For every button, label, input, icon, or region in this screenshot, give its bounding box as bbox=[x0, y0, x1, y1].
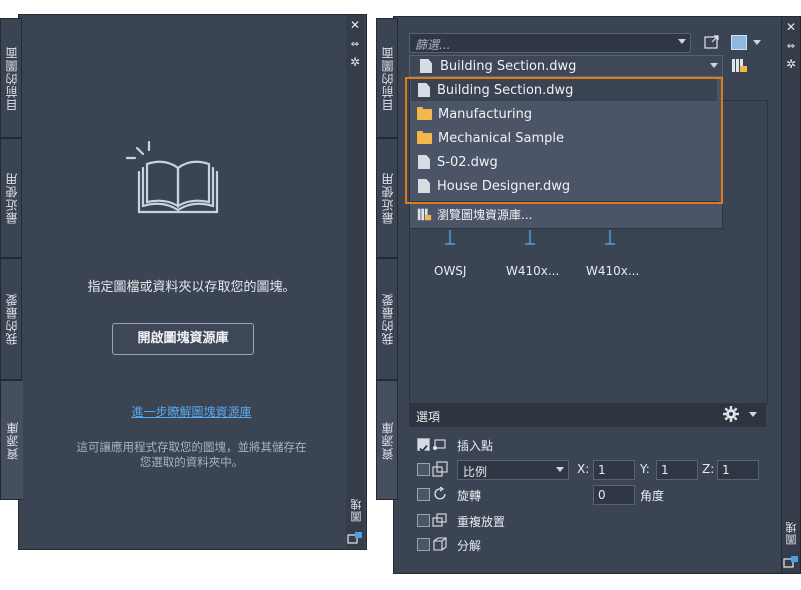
gear-icon[interactable] bbox=[722, 405, 740, 423]
library-browse-icon bbox=[416, 206, 432, 222]
tab-recent[interactable]: 最近使用 bbox=[376, 138, 398, 258]
file-icon bbox=[420, 59, 432, 73]
browse-library-item[interactable]: 瀏覽圖塊資源庫... bbox=[411, 203, 717, 225]
tab-libraries[interactable]: 資源庫 bbox=[376, 380, 398, 500]
browse-library-label: 瀏覽圖塊資源庫... bbox=[437, 207, 533, 222]
autohide-icon[interactable]: ⇔ bbox=[784, 40, 798, 54]
rotate-icon bbox=[432, 486, 448, 502]
scale-select-value: 比例 bbox=[463, 465, 488, 479]
chevron-down-icon[interactable] bbox=[556, 467, 564, 472]
x-label: X: bbox=[577, 462, 590, 476]
explode-label: 分解 bbox=[457, 539, 482, 553]
properties-icon[interactable]: ✲ bbox=[784, 57, 798, 71]
description-line2: 您選取的資料夾中。 bbox=[139, 455, 244, 469]
tab-recent-label: 最近使用 bbox=[380, 172, 395, 224]
library-browse-icon[interactable] bbox=[730, 56, 748, 74]
chevron-down-icon[interactable] bbox=[678, 39, 686, 44]
description-line1: 這可讓應用程式存取您的圖塊，並將其儲存在 bbox=[76, 440, 307, 454]
z-scale-value: 1 bbox=[722, 463, 730, 477]
library-select[interactable]: Building Section.dwg bbox=[409, 55, 723, 77]
close-icon[interactable]: ✕ bbox=[784, 20, 798, 34]
learn-more-link[interactable]: 進一步瞭解圖塊資源庫 bbox=[131, 405, 251, 419]
options-header bbox=[409, 403, 766, 427]
autohide-icon[interactable]: ⇔ bbox=[348, 38, 362, 52]
tab-favorites-label: 我的最愛 bbox=[380, 293, 395, 345]
library-select-value: Building Section.dwg bbox=[440, 59, 577, 74]
tab-recent[interactable]: 最近使用 bbox=[0, 138, 22, 258]
chevron-down-icon[interactable] bbox=[753, 40, 761, 45]
specify-folder-message: 指定圖檔或資料夾以存取您的圖塊。 bbox=[87, 280, 296, 295]
x-scale-value: 1 bbox=[598, 463, 606, 477]
angle-label: 角度 bbox=[640, 489, 665, 503]
insertion-point-label: 插入點 bbox=[457, 439, 494, 453]
block-thumbnail-icon[interactable] bbox=[603, 230, 617, 246]
rotation-angle-input[interactable]: 0 bbox=[593, 485, 635, 505]
close-icon[interactable]: ✕ bbox=[348, 18, 362, 32]
repeat-placement-checkbox[interactable] bbox=[417, 514, 430, 527]
open-library-button[interactable]: 開啟圖塊資源庫 bbox=[112, 323, 254, 355]
right-titlebar bbox=[781, 16, 801, 574]
tab-current-drawing[interactable]: 目前的圖面 bbox=[376, 18, 398, 138]
rotation-label: 旋轉 bbox=[457, 489, 482, 503]
z-label: Z: bbox=[702, 462, 715, 476]
properties-icon[interactable]: ✲ bbox=[348, 55, 362, 69]
explode-icon bbox=[432, 536, 448, 552]
repeat-placement-icon bbox=[432, 512, 448, 528]
y-scale-value: 1 bbox=[661, 463, 669, 477]
insertion-point-checkbox[interactable] bbox=[417, 438, 430, 453]
filter-placeholder: 篩選... bbox=[415, 38, 451, 52]
block-thumbnail-icon[interactable] bbox=[523, 230, 537, 246]
palette-block-icon bbox=[347, 530, 363, 544]
left-palette-title: 圖塊 bbox=[350, 498, 363, 522]
options-title: 選項 bbox=[416, 410, 441, 424]
tab-current-drawing-label: 目前的圖面 bbox=[380, 45, 395, 111]
tab-recent-label: 最近使用 bbox=[4, 172, 19, 224]
filter-input[interactable]: 篩選... bbox=[409, 33, 691, 53]
tab-favorites-label: 我的最愛 bbox=[4, 293, 19, 345]
tab-favorites[interactable]: 我的最愛 bbox=[376, 258, 398, 380]
rotation-angle-value: 0 bbox=[598, 488, 606, 502]
highlight-box bbox=[405, 77, 723, 204]
x-scale-input[interactable]: 1 bbox=[593, 460, 635, 480]
learn-more-link-wrap: 進一步瞭解圖塊資源庫 bbox=[18, 401, 365, 420]
y-label: Y: bbox=[640, 462, 650, 476]
block-name[interactable]: W410x... bbox=[506, 264, 559, 278]
rotation-checkbox[interactable] bbox=[417, 488, 430, 501]
repeat-placement-label: 重複放置 bbox=[457, 515, 506, 529]
right-palette-title: 圖塊 bbox=[785, 521, 798, 545]
insert-block-icon[interactable] bbox=[703, 33, 721, 51]
scale-select[interactable]: 比例 bbox=[457, 460, 569, 480]
z-scale-input[interactable]: 1 bbox=[717, 460, 759, 480]
block-thumbnail-icon[interactable] bbox=[443, 230, 457, 246]
y-scale-input[interactable]: 1 bbox=[656, 460, 698, 480]
explode-checkbox[interactable] bbox=[417, 538, 430, 551]
palette-block-icon bbox=[783, 554, 799, 568]
tab-libraries-label: 資源庫 bbox=[380, 420, 395, 460]
scale-icon bbox=[432, 461, 448, 477]
chevron-down-icon[interactable] bbox=[749, 412, 757, 417]
tab-current-drawing-label: 目前的圖面 bbox=[4, 45, 19, 111]
tab-current-drawing[interactable]: 目前的圖面 bbox=[0, 18, 22, 138]
block-name[interactable]: OWSJ bbox=[434, 264, 466, 278]
scale-checkbox[interactable] bbox=[417, 463, 430, 476]
block-name[interactable]: W410x... bbox=[586, 264, 639, 278]
open-book-icon bbox=[123, 140, 233, 218]
view-thumbnail-icon[interactable] bbox=[731, 35, 747, 50]
chevron-down-icon[interactable] bbox=[710, 63, 718, 68]
insertion-point-icon bbox=[432, 437, 448, 451]
